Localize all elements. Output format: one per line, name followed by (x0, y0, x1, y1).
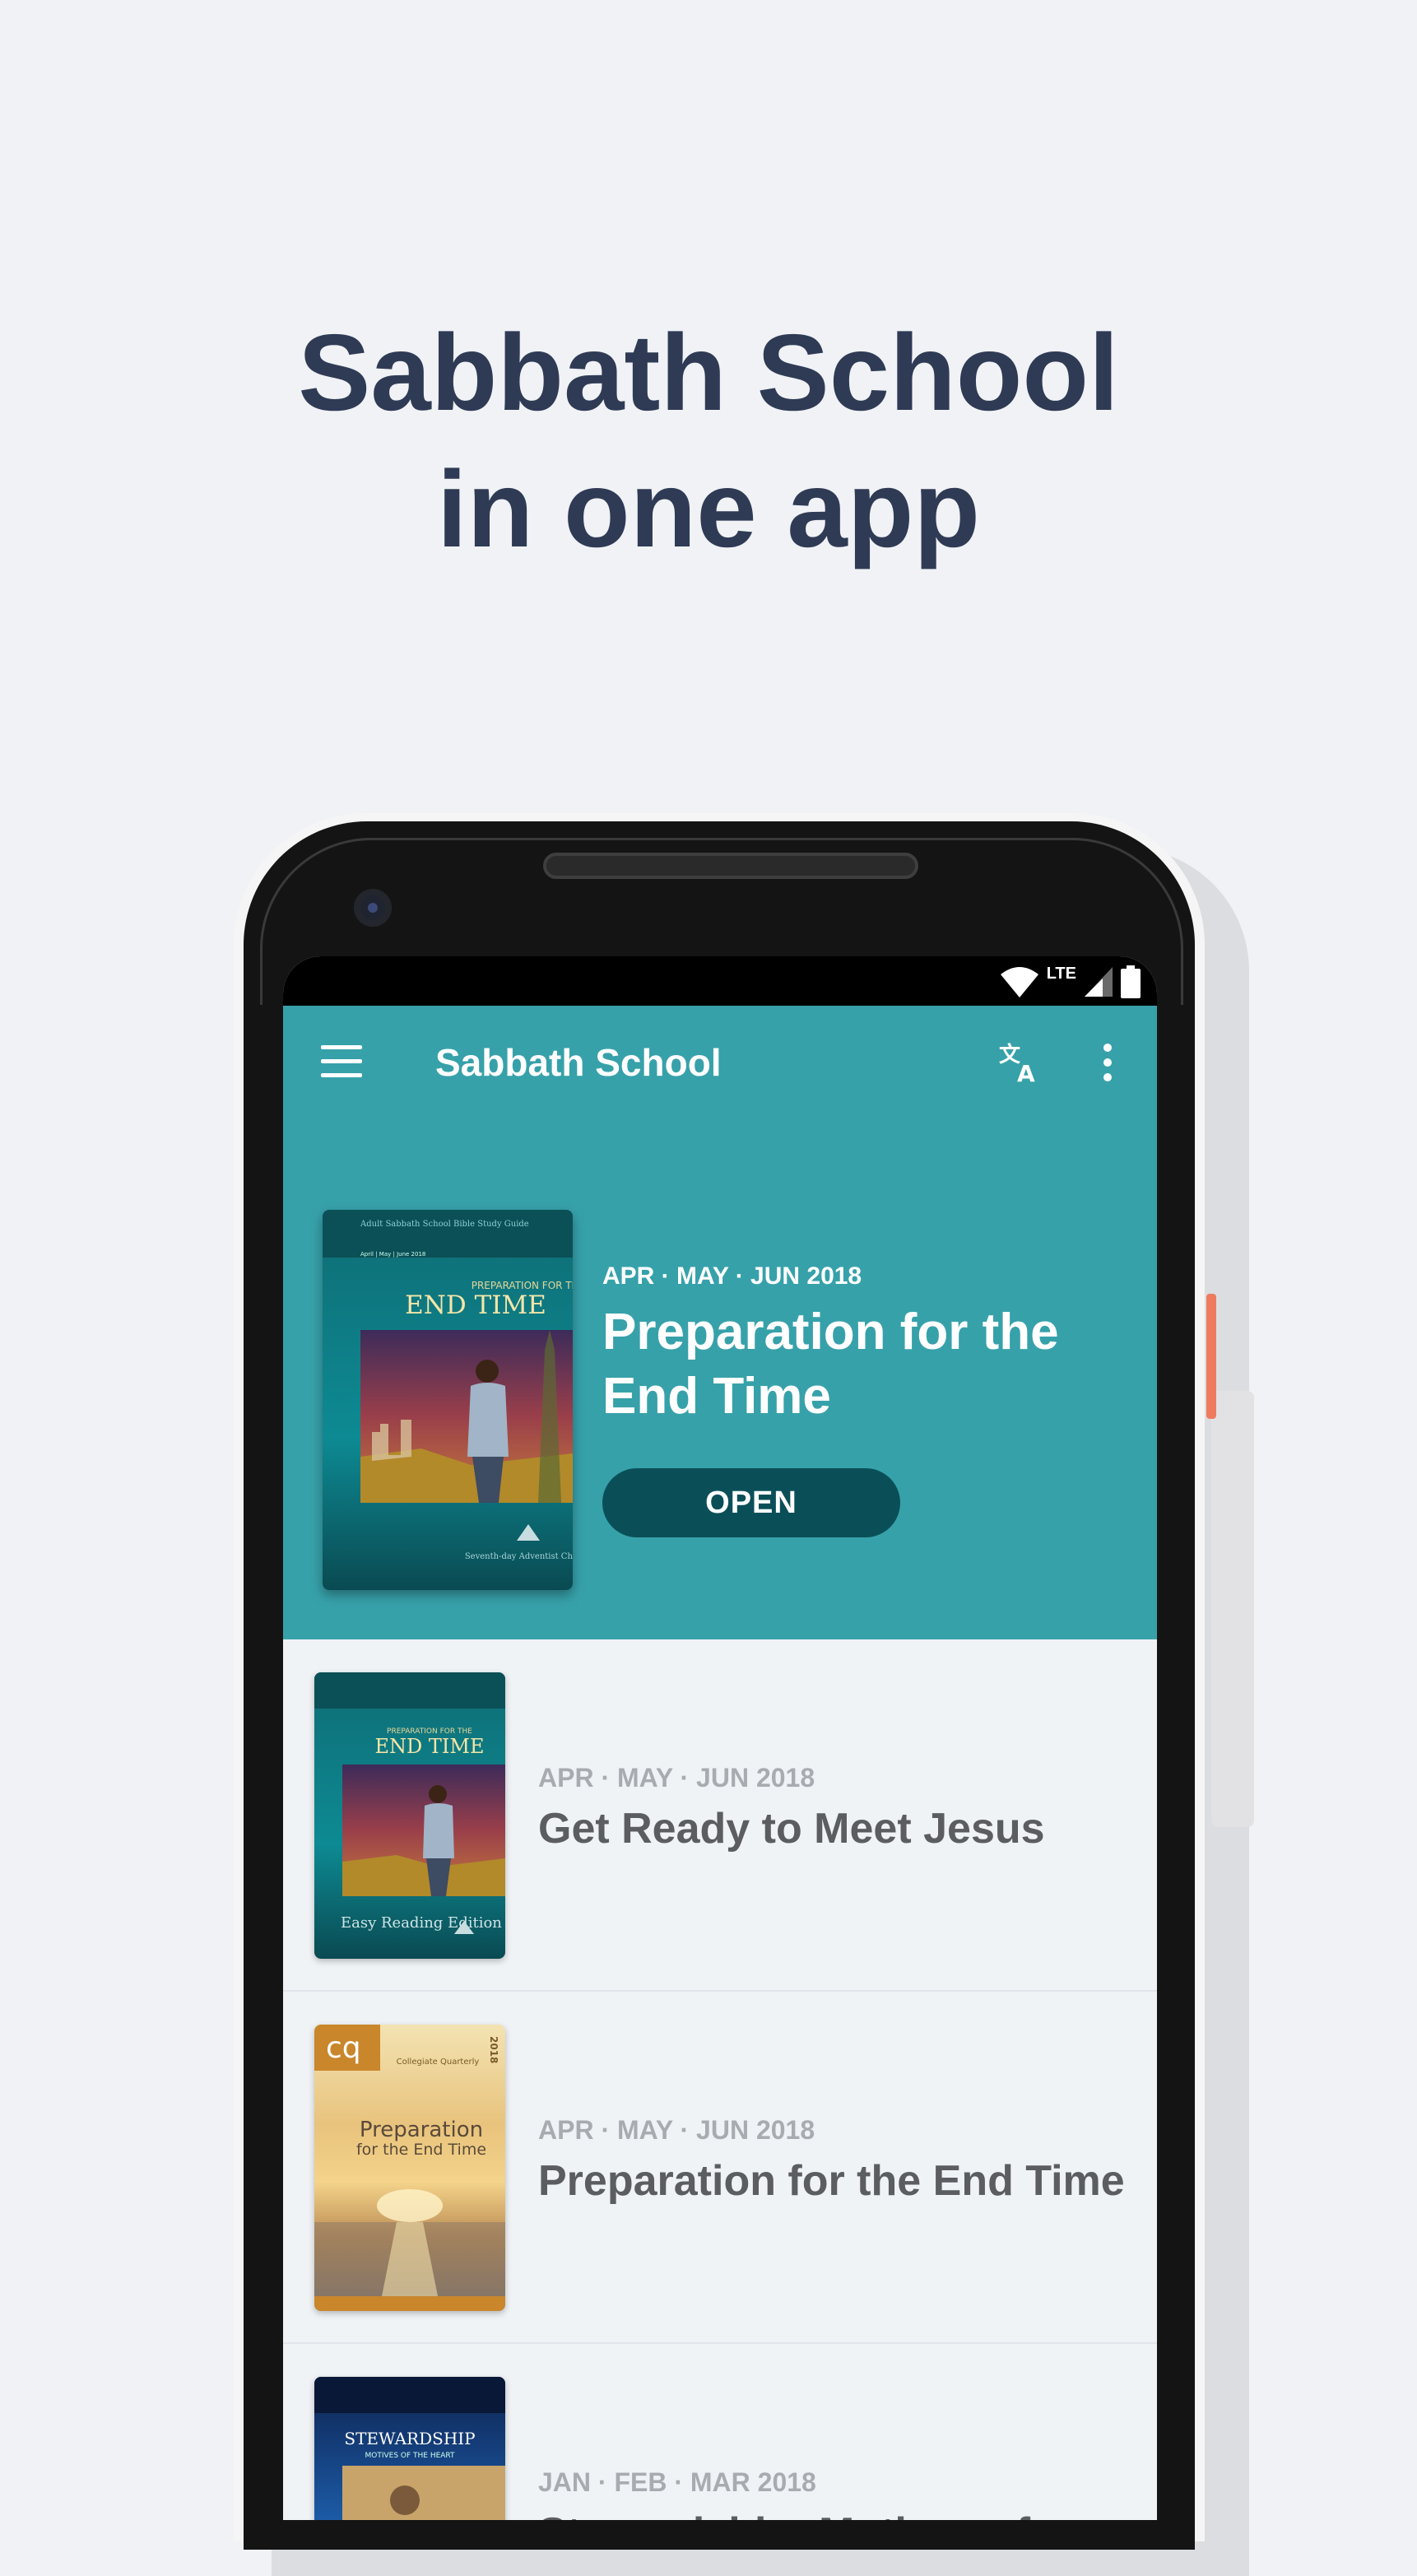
phone-speaker (543, 853, 918, 879)
cover-title-line-2: for the End Time (356, 2141, 486, 2159)
volume-button (1211, 1391, 1254, 1827)
menu-icon[interactable] (321, 1045, 362, 1078)
translate-icon[interactable]: 文 A (997, 1039, 1043, 1085)
quarterly-cover-image: PREPARATION FOR THE END TIME Easy Readin… (314, 1672, 505, 1959)
front-camera (354, 889, 392, 927)
featured-quarterly: Adult Sabbath School Bible Study Guide A… (283, 1121, 1157, 1639)
item-quarter: APR · MAY · JUN 2018 (538, 2115, 815, 2145)
open-button[interactable]: OPEN (602, 1468, 900, 1537)
cover-title: END TIME (375, 1735, 485, 1758)
cover-publisher: Seventh-day Adventist Church (465, 1552, 573, 1561)
list-item[interactable]: cq Collegiate Quarterly 2018 Preparation… (283, 1992, 1157, 2344)
status-bar: LTE (283, 956, 1157, 1006)
headline-line-2: in one app (437, 449, 980, 570)
network-label: LTE (1046, 964, 1076, 983)
item-title: Get Ready to Meet Jesus (538, 1805, 1045, 1853)
cover-badge: cq (326, 2031, 361, 2065)
featured-title: Preparation for the End Time (602, 1304, 1059, 1425)
item-title: Stewardship: Motives of (538, 2509, 1030, 2520)
cover-dates: April | May | June 2018 (360, 1251, 425, 1258)
quarterly-cover-image: cq Collegiate Quarterly 2018 Preparation… (314, 2025, 505, 2311)
headline: Sabbath School in one app (0, 305, 1417, 578)
featured-cover-image[interactable]: Adult Sabbath School Bible Study Guide A… (323, 1210, 573, 1590)
cover-year: 2018 (488, 2036, 499, 2063)
more-vert-icon[interactable] (1101, 1044, 1114, 1085)
list-item[interactable]: PREPARATION FOR THE END TIME Easy Readin… (283, 1639, 1157, 1992)
power-button (1206, 1294, 1216, 1419)
headline-line-1: Sabbath School (298, 312, 1119, 433)
cover-title: STEWARDSHIP (344, 2429, 475, 2448)
phone-screen: LTE Sabbath School 文 A Adult Sabbath Sch… (283, 956, 1157, 2520)
cell-signal-icon (1085, 967, 1113, 997)
featured-quarter: APR · MAY · JUN 2018 (602, 1262, 862, 1290)
svg-text:A: A (1017, 1060, 1035, 1085)
cover-title-line-1: Preparation (360, 2118, 483, 2142)
cover-title: END TIME (405, 1290, 546, 1320)
cover-edition: Easy Reading Edition (341, 1914, 502, 1932)
quarterly-cover-image: STEWARDSHIP MOTIVES OF THE HEART (314, 2377, 505, 2520)
list-item[interactable]: STEWARDSHIP MOTIVES OF THE HEART JAN · F… (283, 2344, 1157, 2520)
wifi-icon (1000, 967, 1038, 997)
item-quarter: APR · MAY · JUN 2018 (538, 1763, 815, 1793)
app-bar: Sabbath School 文 A (283, 1006, 1157, 1121)
app-title: Sabbath School (435, 1041, 722, 1084)
item-quarter: JAN · FEB · MAR 2018 (538, 2467, 816, 2497)
battery-icon (1121, 965, 1141, 998)
cover-kicker: PREPARATION FOR THE (472, 1280, 573, 1291)
cover-series: Adult Sabbath School Bible Study Guide (360, 1220, 529, 1229)
cover-subtitle: MOTIVES OF THE HEART (365, 2452, 455, 2460)
item-title: Preparation for the End Time (538, 2157, 1125, 2205)
cover-tagline: Collegiate Quarterly (397, 2058, 480, 2067)
